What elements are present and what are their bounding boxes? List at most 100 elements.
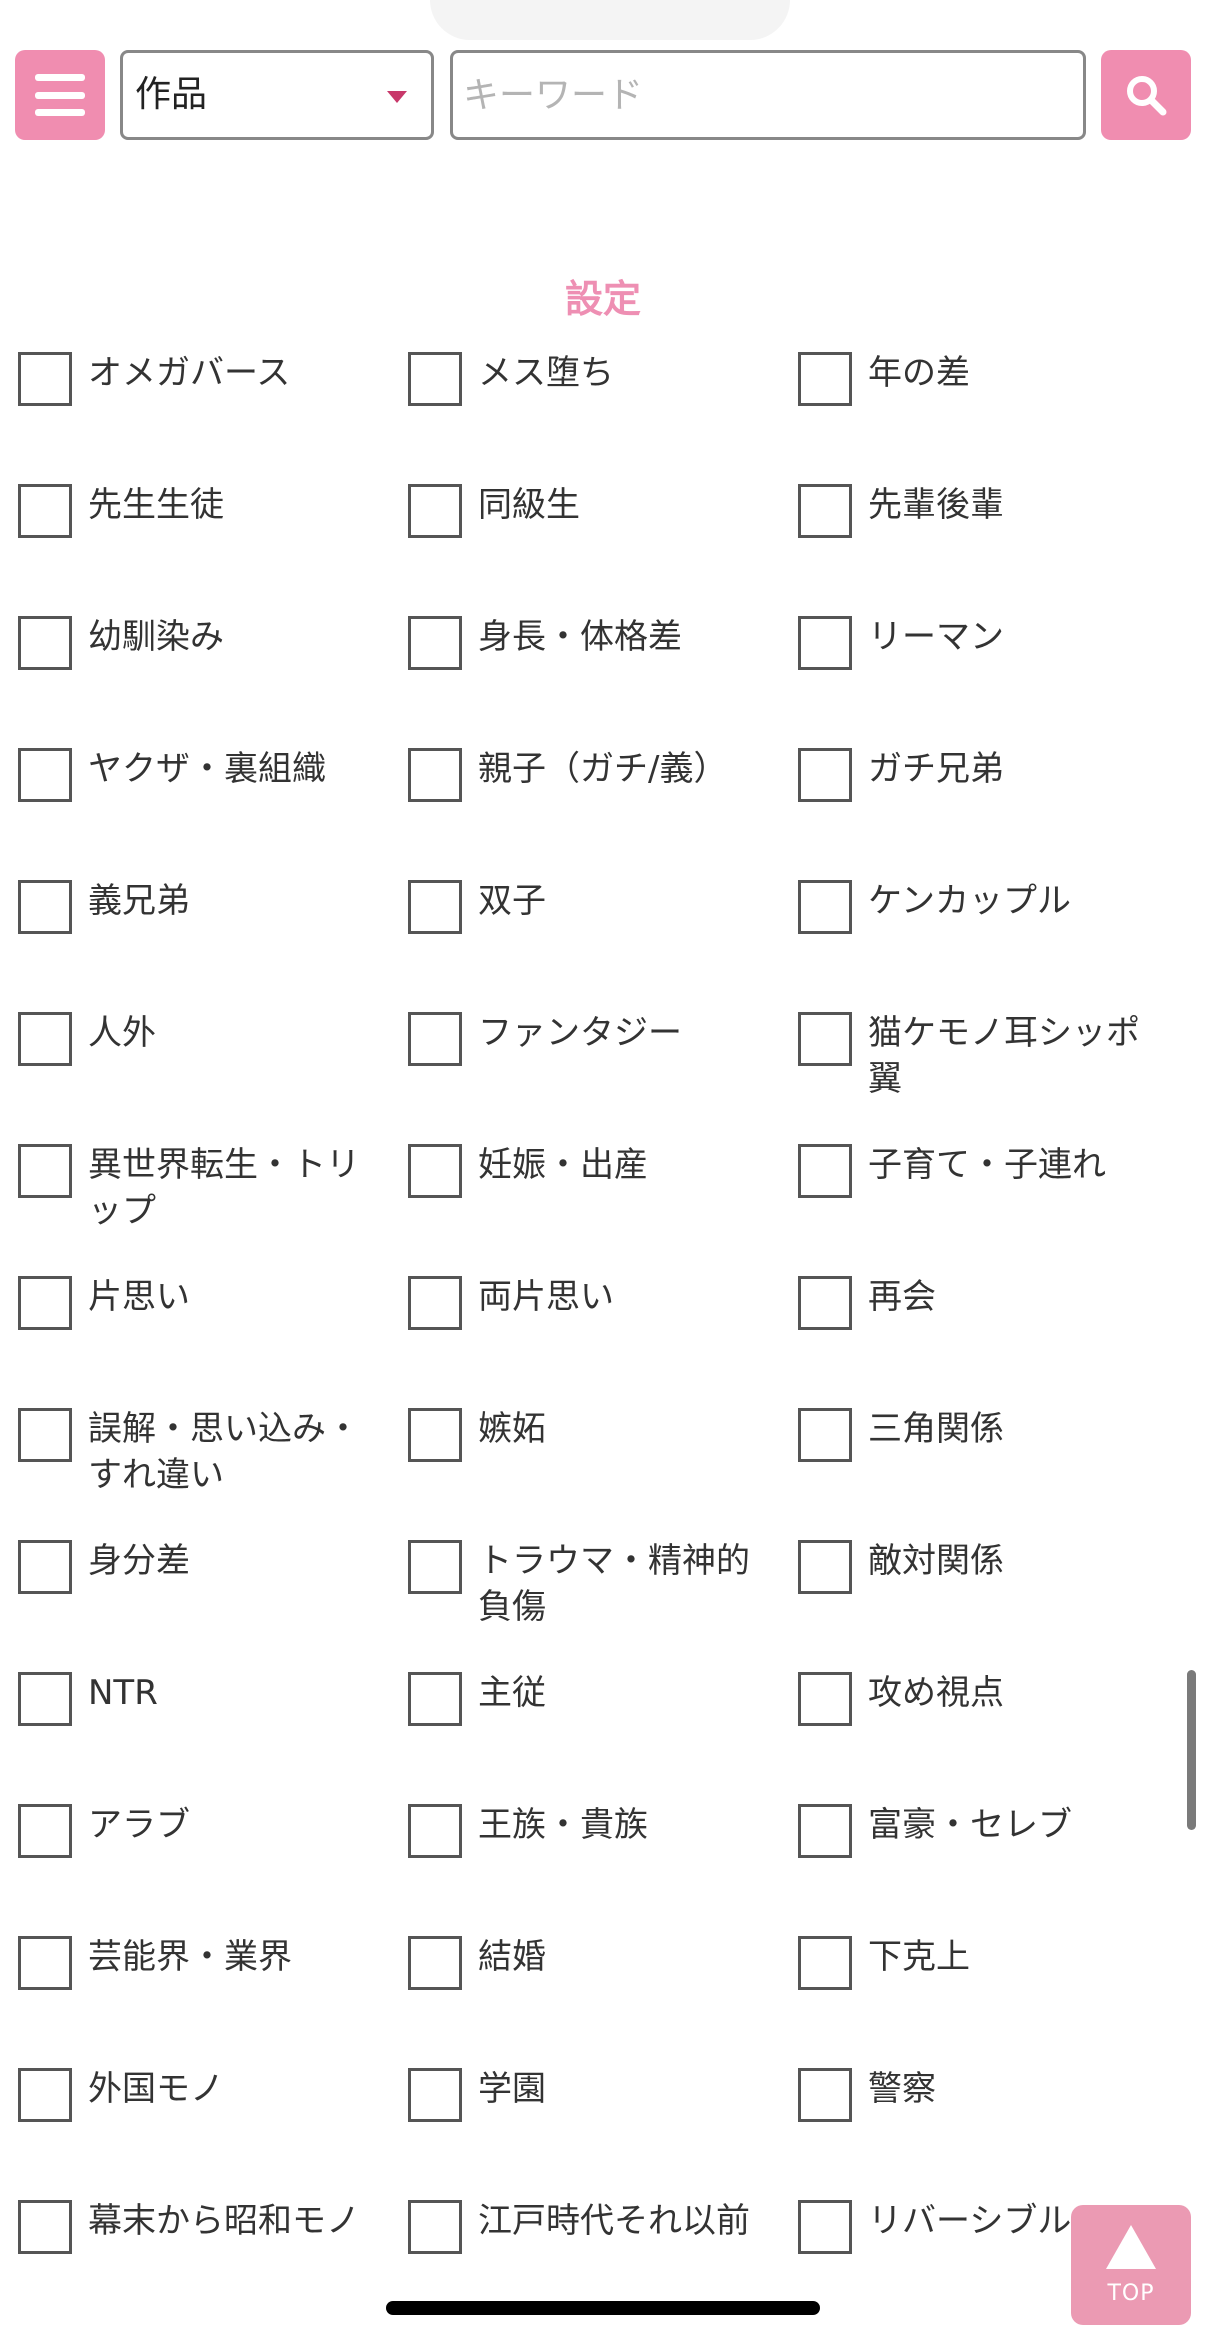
tag-row: 芸能界・業界 結婚 下克上 — [0, 1934, 1206, 2066]
checkbox[interactable] — [18, 1936, 72, 1990]
tag-checkbox-item[interactable]: 警察 — [798, 2066, 1168, 2122]
back-to-top-button[interactable]: TOP — [1071, 2205, 1191, 2325]
checkbox[interactable] — [798, 2068, 852, 2122]
search-input[interactable] — [450, 50, 1086, 140]
tag-checkbox-item[interactable]: リーマン — [798, 614, 1168, 670]
checkbox[interactable] — [18, 616, 72, 670]
category-select[interactable]: 作品 — [120, 50, 434, 140]
tag-checkbox-item[interactable]: 学園 — [408, 2066, 778, 2122]
search-button[interactable] — [1101, 50, 1191, 140]
checkbox[interactable] — [408, 1804, 462, 1858]
tag-checkbox-item[interactable]: ヤクザ・裏組織 — [18, 746, 388, 802]
checkbox[interactable] — [798, 1936, 852, 1990]
tag-checkbox-item[interactable]: 異世界転生・トリップ — [18, 1142, 388, 1234]
tag-checkbox-item[interactable]: 先輩後輩 — [798, 482, 1168, 538]
checkbox[interactable] — [18, 1540, 72, 1594]
checkbox[interactable] — [798, 2200, 852, 2254]
checkbox[interactable] — [408, 616, 462, 670]
tag-checkbox-item[interactable]: 両片思い — [408, 1274, 778, 1330]
tag-checkbox-item[interactable]: 芸能界・業界 — [18, 1934, 388, 1990]
tag-checkbox-item[interactable]: ファンタジー — [408, 1010, 778, 1066]
checkbox[interactable] — [18, 1408, 72, 1462]
checkbox[interactable] — [798, 1804, 852, 1858]
checkbox[interactable] — [18, 1672, 72, 1726]
tag-checkbox-item[interactable]: 嫉妬 — [408, 1406, 778, 1462]
tag-checkbox-item[interactable]: 人外 — [18, 1010, 388, 1066]
checkbox[interactable] — [798, 1540, 852, 1594]
tag-checkbox-item[interactable]: ガチ兄弟 — [798, 746, 1168, 802]
tag-checkbox-item[interactable]: 妊娠・出産 — [408, 1142, 778, 1198]
checkbox[interactable] — [408, 1936, 462, 1990]
checkbox[interactable] — [408, 1012, 462, 1066]
tag-checkbox-item[interactable]: NTR — [18, 1670, 388, 1726]
tag-checkbox-item[interactable]: 攻め視点 — [798, 1670, 1168, 1726]
tag-checkbox-item[interactable]: 子育て・子連れ — [798, 1142, 1168, 1198]
checkbox[interactable] — [18, 1012, 72, 1066]
home-indicator — [386, 2301, 820, 2315]
tag-row: 先生生徒 同級生 先輩後輩 — [0, 482, 1206, 614]
checkbox[interactable] — [798, 1012, 852, 1066]
tag-checkbox-item[interactable]: 再会 — [798, 1274, 1168, 1330]
tag-checkbox-item[interactable]: 富豪・セレブ — [798, 1802, 1168, 1858]
tag-checkbox-item[interactable]: アラブ — [18, 1802, 388, 1858]
checkbox[interactable] — [408, 2200, 462, 2254]
checkbox[interactable] — [408, 2068, 462, 2122]
checkbox[interactable] — [798, 1672, 852, 1726]
checkbox[interactable] — [408, 484, 462, 538]
hamburger-icon-bar-3 — [35, 109, 85, 116]
tag-checkbox-item[interactable]: 片思い — [18, 1274, 388, 1330]
checkbox[interactable] — [18, 1804, 72, 1858]
checkbox[interactable] — [408, 748, 462, 802]
tag-checkbox-item[interactable]: 主従 — [408, 1670, 778, 1726]
checkbox[interactable] — [18, 352, 72, 406]
checkbox[interactable] — [408, 880, 462, 934]
tag-checkbox-item[interactable]: 先生生徒 — [18, 482, 388, 538]
checkbox[interactable] — [408, 1276, 462, 1330]
tag-checkbox-item[interactable]: 猫ケモノ耳シッポ翼 — [798, 1010, 1168, 1102]
tag-checkbox-item[interactable]: トラウマ・精神的負傷 — [408, 1538, 778, 1630]
checkbox[interactable] — [18, 484, 72, 538]
checkbox[interactable] — [408, 1408, 462, 1462]
checkbox[interactable] — [18, 880, 72, 934]
tag-checkbox-item[interactable]: 年の差 — [798, 350, 1168, 406]
checkbox[interactable] — [408, 1540, 462, 1594]
checkbox[interactable] — [18, 748, 72, 802]
checkbox[interactable] — [798, 1408, 852, 1462]
tag-checkbox-item[interactable]: 身長・体格差 — [408, 614, 778, 670]
tag-checkbox-item[interactable]: 親子（ガチ/義） — [408, 746, 778, 802]
tag-checkbox-item[interactable]: 下克上 — [798, 1934, 1168, 1990]
tag-checkbox-item[interactable]: 外国モノ — [18, 2066, 388, 2122]
checkbox[interactable] — [798, 880, 852, 934]
tag-checkbox-item[interactable]: 双子 — [408, 878, 778, 934]
checkbox[interactable] — [798, 748, 852, 802]
menu-button[interactable] — [15, 50, 105, 140]
tag-checkbox-item[interactable]: 幼馴染み — [18, 614, 388, 670]
checkbox[interactable] — [408, 1144, 462, 1198]
checkbox[interactable] — [408, 352, 462, 406]
checkbox[interactable] — [18, 1276, 72, 1330]
checkbox[interactable] — [798, 1276, 852, 1330]
checkbox[interactable] — [18, 1144, 72, 1198]
checkbox[interactable] — [18, 2068, 72, 2122]
scrollbar-thumb[interactable] — [1187, 1670, 1196, 1830]
tag-checkbox-item[interactable]: ケンカップル — [798, 878, 1168, 934]
tag-checkbox-item[interactable]: 身分差 — [18, 1538, 388, 1594]
checkbox[interactable] — [798, 1144, 852, 1198]
checkbox[interactable] — [798, 352, 852, 406]
tag-checkbox-item[interactable]: オメガバース — [18, 350, 388, 406]
checkbox[interactable] — [798, 616, 852, 670]
tag-checkbox-item[interactable]: 誤解・思い込み・すれ違い — [18, 1406, 388, 1498]
tag-checkbox-item[interactable]: 幕末から昭和モノ — [18, 2198, 388, 2254]
tag-checkbox-item[interactable]: 義兄弟 — [18, 878, 388, 934]
tag-checkbox-item[interactable]: 同級生 — [408, 482, 778, 538]
tag-label: 外国モノ — [88, 2069, 224, 2109]
tag-checkbox-item[interactable]: 王族・貴族 — [408, 1802, 778, 1858]
checkbox[interactable] — [18, 2200, 72, 2254]
checkbox[interactable] — [408, 1672, 462, 1726]
tag-checkbox-item[interactable]: 江戸時代それ以前 — [408, 2198, 778, 2254]
tag-checkbox-item[interactable]: 結婚 — [408, 1934, 778, 1990]
tag-checkbox-item[interactable]: 三角関係 — [798, 1406, 1168, 1462]
checkbox[interactable] — [798, 484, 852, 538]
tag-checkbox-item[interactable]: 敵対関係 — [798, 1538, 1168, 1594]
tag-checkbox-item[interactable]: メス堕ち — [408, 350, 778, 406]
